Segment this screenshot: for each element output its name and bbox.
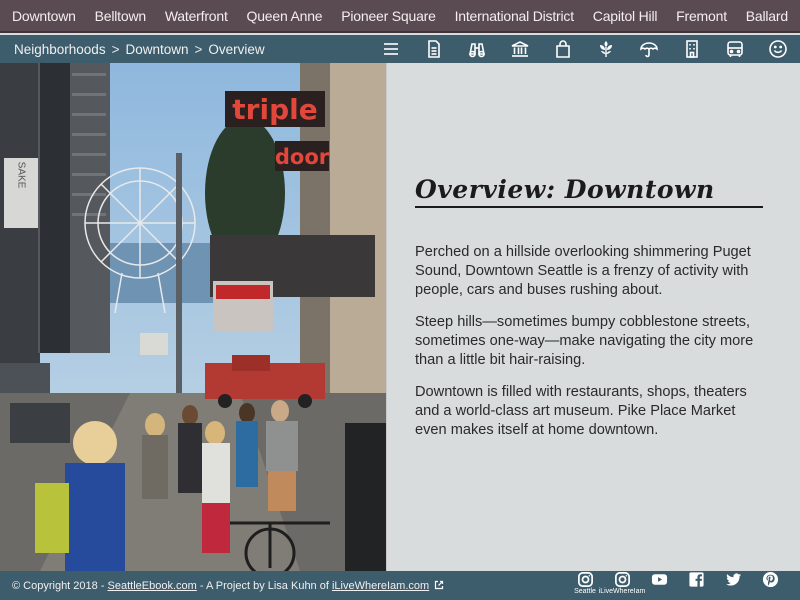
breadcrumb-separator: >	[194, 41, 203, 57]
author-link[interactable]: iLiveWhereIam.com	[332, 580, 429, 592]
external-link-icon[interactable]	[434, 580, 444, 590]
nav-item-fremont[interactable]: Fremont	[676, 8, 727, 24]
project-by-label: - A Project by Lisa Kuhn of	[196, 579, 332, 592]
site-link[interactable]: SeattleEbook.com	[108, 580, 197, 592]
breadcrumb-overview: Overview	[208, 41, 265, 57]
breadcrumb-separator: >	[111, 41, 120, 57]
nav-item-downtown[interactable]: Downtown	[12, 8, 76, 24]
binoculars-icon[interactable]	[465, 37, 489, 61]
umbrella-icon[interactable]	[637, 37, 661, 61]
page-title: Overview: Downtown	[415, 175, 763, 208]
door-sign-text: door	[275, 145, 330, 169]
nav-item-capitol-hill[interactable]: Capitol Hill	[593, 8, 658, 24]
instagram-iliveiam-caption: iLiveWhereIam	[598, 588, 646, 595]
nav-item-international-district[interactable]: International District	[455, 8, 575, 24]
leaf-icon[interactable]	[594, 37, 618, 61]
youtube-icon	[651, 574, 667, 585]
nav-item-belltown[interactable]: Belltown	[95, 8, 147, 24]
instagram-iliveiam-link[interactable]: iLiveWhereIam	[599, 571, 645, 596]
paragraph-intro: Perched on a hillside overlooking shimme…	[415, 244, 751, 298]
museum-icon[interactable]	[508, 37, 532, 61]
paragraph-streets: Steep hills—sometimes bumpy cobblestone …	[415, 314, 754, 368]
twitter-link[interactable]	[715, 571, 751, 588]
social-links: Seattle iLiveWhereIam	[566, 571, 788, 600]
nav-item-pioneer-square[interactable]: Pioneer Square	[341, 8, 436, 24]
instagram-seattle-caption: Seattle	[574, 588, 596, 595]
overview-content: Overview: Downtown Perched on a hillside…	[386, 63, 800, 571]
instagram-icon	[577, 572, 593, 587]
nav-item-queen-anne[interactable]: Queen Anne	[247, 8, 323, 24]
footer: © Copyright 2018 - SeattleEbook.com - A …	[0, 571, 800, 600]
instagram-icon	[614, 572, 630, 587]
section-icon-toolbar	[360, 37, 790, 61]
breadcrumb-neighborhoods[interactable]: Neighborhoods	[14, 42, 106, 57]
nav-item-waterfront[interactable]: Waterfront	[165, 8, 228, 24]
copyright-text: © Copyright 2018 - SeattleEbook.com - A …	[12, 580, 444, 592]
neighborhood-nav: Downtown Belltown Waterfront Queen Anne …	[0, 0, 800, 33]
pinterest-icon	[762, 571, 778, 588]
nav-item-ballard[interactable]: Ballard	[746, 8, 788, 24]
triple-sign-text: triple	[232, 93, 317, 126]
youtube-link[interactable]	[641, 571, 677, 588]
downtown-street-photo: SAKE triple door	[0, 63, 386, 571]
copyright-label: © Copyright 2018 -	[12, 579, 108, 592]
facebook-icon	[688, 572, 704, 588]
overview-text: Perched on a hillside overlooking shimme…	[415, 243, 771, 453]
menu-icon[interactable]	[379, 37, 403, 61]
bus-icon[interactable]	[723, 37, 747, 61]
pinterest-link[interactable]	[752, 571, 788, 588]
facebook-link[interactable]	[678, 571, 714, 588]
instagram-seattle-link[interactable]: Seattle	[567, 571, 603, 596]
shopping-bag-icon[interactable]	[551, 37, 575, 61]
paragraph-attractions: Downtown is filled with restaurants, sho…	[415, 384, 747, 438]
sake-sign-text: SAKE	[16, 162, 27, 189]
sub-header-bar: Neighborhoods > Downtown > Overview	[0, 35, 800, 63]
twitter-icon	[725, 573, 741, 586]
smiley-icon[interactable]	[766, 37, 790, 61]
breadcrumb-downtown[interactable]: Downtown	[125, 42, 188, 57]
breadcrumb: Neighborhoods > Downtown > Overview	[14, 42, 265, 57]
building-icon[interactable]	[680, 37, 704, 61]
document-icon[interactable]	[422, 37, 446, 61]
